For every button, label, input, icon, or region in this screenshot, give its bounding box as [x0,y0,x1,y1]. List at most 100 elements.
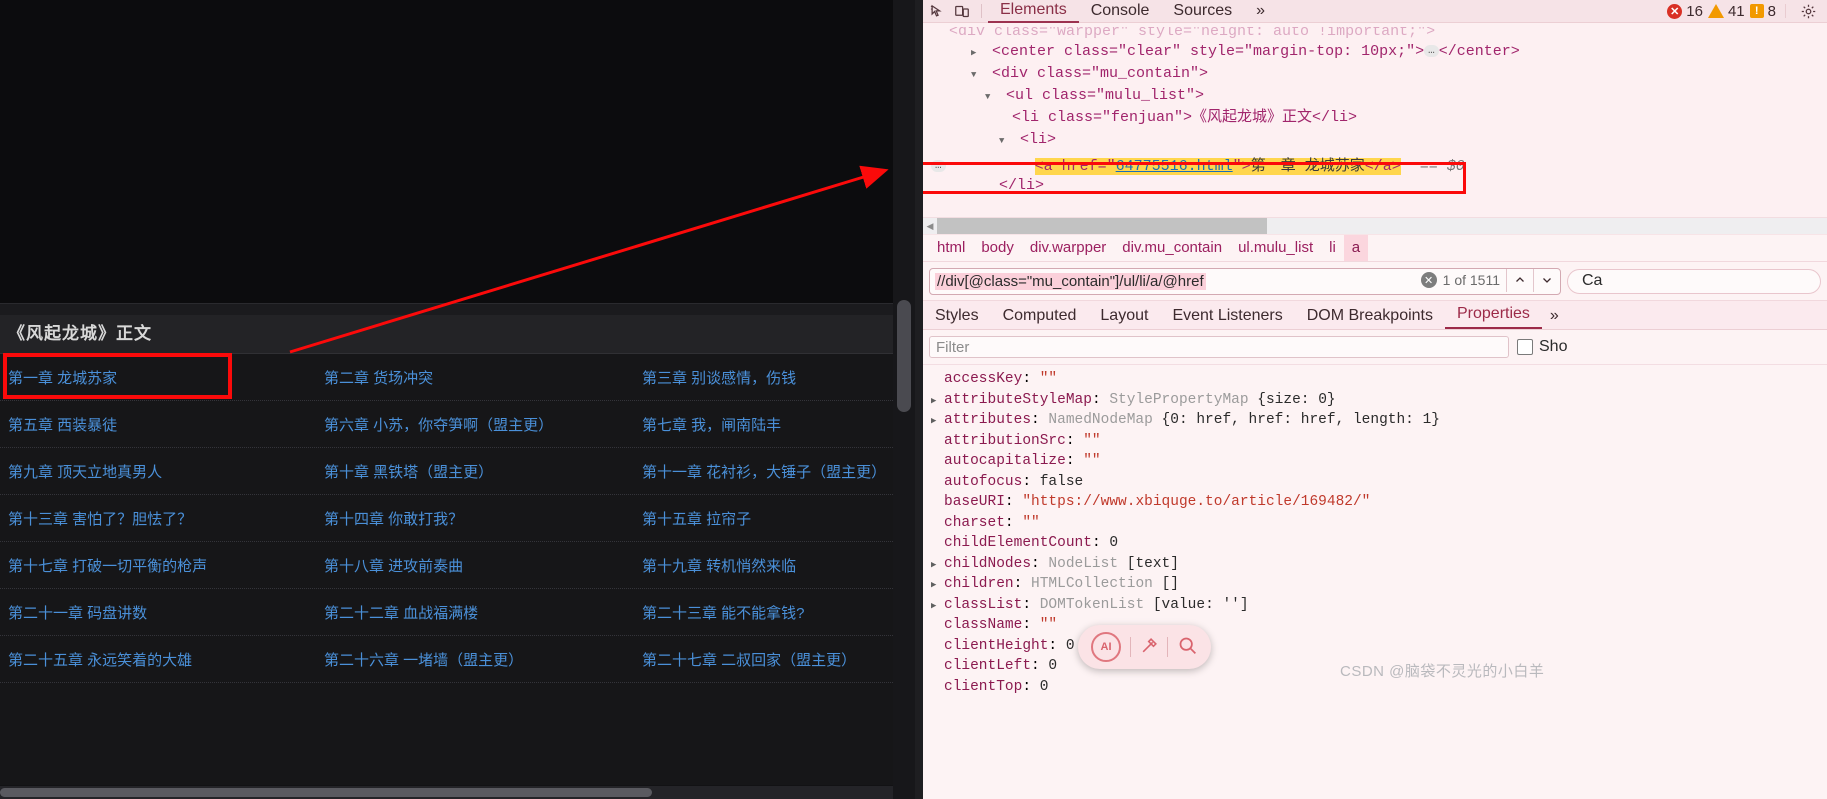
chapter-link[interactable]: 第十九章 转机悄然来临 [634,555,915,576]
sidebar-tab-layout[interactable]: Layout [1088,302,1160,329]
show-all-toggle[interactable]: Sho [1517,338,1567,356]
chapter-link[interactable]: 第九章 顶天立地真男人 [0,461,316,482]
search-next-button[interactable] [1533,268,1560,292]
dom-line-fenjuan[interactable]: <li class="fenjuan">《风起龙城》正文</li> [923,107,1827,129]
tab-sources[interactable]: Sources [1161,0,1244,22]
dom-line-mulu-list[interactable]: ▼ <ul class="mulu_list"> [923,85,1827,107]
chevron-right-icon[interactable]: ▶ [931,575,944,596]
chevron-right-icon[interactable]: ▶ [931,555,944,576]
page-hscroll-thumb[interactable] [0,788,652,797]
chapter-link[interactable]: 第一章 龙城苏家 [0,367,316,388]
property-value: "" [1083,453,1101,469]
property-row[interactable]: ▶ attributes: NamedNodeMap {0: href, href… [923,410,1827,431]
chapter-link[interactable]: 第六章 小苏，你夺笋啊（盟主更） [316,414,634,435]
dom-line-li-open[interactable]: ▼ <li> [923,129,1827,151]
dom-text-a-href[interactable]: 64775516.html [1116,158,1233,175]
chapter-link[interactable]: 第五章 西装暴徒 [0,414,316,435]
property-row[interactable]: className: "" [923,615,1827,636]
chevron-down-icon-3[interactable]: ▼ [999,130,1011,151]
dom-hscroll-track[interactable] [937,218,1827,234]
property-row[interactable]: autocapitalize: "" [923,451,1827,472]
breadcrumb-item-ul-mulu-list[interactable]: ul.mulu_list [1230,235,1321,261]
chapter-link[interactable]: 第二十七章 二叔回家（盟主更） [634,649,915,670]
sidebar-tabs-more-icon[interactable]: » [1542,302,1567,329]
dom-tree-horizontal-scrollbar[interactable]: ◀ [923,217,1827,234]
property-row[interactable]: ▶ children: HTMLCollection [] [923,574,1827,595]
chevron-down-icon[interactable]: ▼ [971,64,983,85]
chapter-link[interactable]: 第十八章 进攻前奏曲 [316,555,634,576]
chapter-link[interactable]: 第十一章 花衬衫，大锤子（盟主更） [634,461,915,482]
sidebar-tab-computed[interactable]: Computed [991,302,1089,329]
breadcrumb-item-div-mu-contain[interactable]: div.mu_contain [1114,235,1230,261]
chapter-link[interactable]: 第二十五章 永远笑着的大雄 [0,649,316,670]
search-icon[interactable] [1177,635,1198,659]
sidebar-tab-dom-breakpoints[interactable]: DOM Breakpoints [1295,302,1445,329]
property-row[interactable]: clientHeight: 0 [923,636,1827,657]
inspect-element-icon[interactable] [923,0,949,22]
chapter-link[interactable]: 第二章 货场冲突 [316,367,634,388]
chapter-link[interactable]: 第十五章 拉帘子 [634,508,915,529]
chevron-right-icon[interactable]: ▶ [971,42,983,63]
breadcrumb-item-html[interactable]: html [929,235,973,261]
chapter-row: 第二十五章 永远笑着的大雄 第二十六章 一堵墙（盟主更） 第二十七章 二叔回家（盟主… [0,636,893,683]
dom-line-mu-contain[interactable]: ▼ <div class="mu_contain"> [923,63,1827,85]
chapter-link[interactable]: 第三章 别谈感情，伤钱 [634,367,915,388]
breadcrumb-item-body[interactable]: body [973,235,1022,261]
property-row[interactable]: autofocus: false [923,472,1827,493]
chevron-right-icon[interactable]: ▶ [931,391,944,412]
chapter-link[interactable]: 第十章 黑铁塔（盟主更） [316,461,634,482]
info-count-group[interactable]: ! 8 [1749,3,1776,20]
dom-line-selected-anchor[interactable]: … <a href="64775516.html">第一章 龙城苏家</a> =… [923,155,1827,179]
search-input[interactable]: //div[@class="mu_contain"]/ul/li/a/@href… [929,267,1561,295]
chapter-link[interactable]: 第二十一章 码盘讲数 [0,602,316,623]
chevron-down-icon-2[interactable]: ▼ [985,86,997,107]
chapter-link[interactable]: 第二十三章 能不能拿钱? [634,602,915,623]
dom-ellipsis-button[interactable]: … [1424,45,1439,58]
breadcrumb-item-div-warpper[interactable]: div.warpper [1022,235,1114,261]
sidebar-tab-styles[interactable]: Styles [923,302,991,329]
gear-icon[interactable] [1795,0,1821,22]
property-row[interactable]: ▶ attributeStyleMap: StylePropertyMap {si… [923,390,1827,411]
ai-badge-icon[interactable]: AI [1091,632,1121,662]
tab-more-icon[interactable]: » [1244,0,1277,22]
chevron-right-icon[interactable]: ▶ [931,596,944,617]
dom-line-warpper-partial[interactable]: <div class="warpper" style="height: auto… [923,27,1827,41]
chapter-link[interactable]: 第七章 我，闸南陆丰 [634,414,915,435]
page-horizontal-scrollbar[interactable] [0,786,893,799]
sidebar-tab-properties[interactable]: Properties [1445,300,1542,329]
ai-floating-toolbar[interactable]: AI [1078,625,1211,669]
page-vscroll-thumb[interactable] [897,300,911,412]
tab-elements[interactable]: Elements [988,0,1079,23]
clear-search-icon[interactable]: ✕ [1420,272,1437,288]
breadcrumb-item-li[interactable]: li [1321,235,1344,261]
chapter-link[interactable]: 第十四章 你敢打我？ [316,508,634,529]
dom-ellipsis-button-2[interactable]: … [931,160,946,173]
property-row[interactable]: attributionSrc: "" [923,431,1827,452]
chapter-link[interactable]: 第十七章 打破一切平衡的枪声 [0,555,316,576]
dom-line-center[interactable]: ▶ <center class="clear" style="margin-to… [923,41,1827,63]
warning-count-group[interactable]: 41 [1707,3,1745,20]
checkbox-icon[interactable] [1517,339,1533,355]
tab-console[interactable]: Console [1079,0,1162,22]
filter-input[interactable]: Filter [929,336,1509,358]
property-row[interactable]: baseURI: "https://www.xbiquge.to/article… [923,492,1827,513]
property-row[interactable]: charset: "" [923,513,1827,534]
property-row[interactable]: ▶ childNodes: NodeList [text] [923,554,1827,575]
scroll-left-icon[interactable]: ◀ [923,221,937,232]
chapter-link[interactable]: 第十三章 害怕了？胆怯了？ [0,508,316,529]
cancel-button[interactable]: Ca [1567,268,1821,294]
magic-pen-icon[interactable] [1140,636,1159,658]
breadcrumb-item-a[interactable]: a [1343,235,1369,261]
page-vertical-scrollbar[interactable] [893,0,915,799]
chapter-link[interactable]: 第二十六章 一堵墙（盟主更） [316,649,634,670]
search-prev-button[interactable] [1506,268,1533,292]
sidebar-tab-event-listeners[interactable]: Event Listeners [1160,302,1294,329]
error-count-group[interactable]: ✕ 16 [1667,3,1703,20]
property-row[interactable]: childElementCount: 0 [923,533,1827,554]
dom-hscroll-thumb[interactable] [937,218,1267,234]
device-toolbar-icon[interactable] [949,0,975,22]
chevron-right-icon[interactable]: ▶ [931,411,944,432]
property-row[interactable]: ▶ classList: DOMTokenList [value: ''] [923,595,1827,616]
property-row[interactable]: accessKey: "" [923,369,1827,390]
chapter-link[interactable]: 第二十二章 血战福满楼 [316,602,634,623]
